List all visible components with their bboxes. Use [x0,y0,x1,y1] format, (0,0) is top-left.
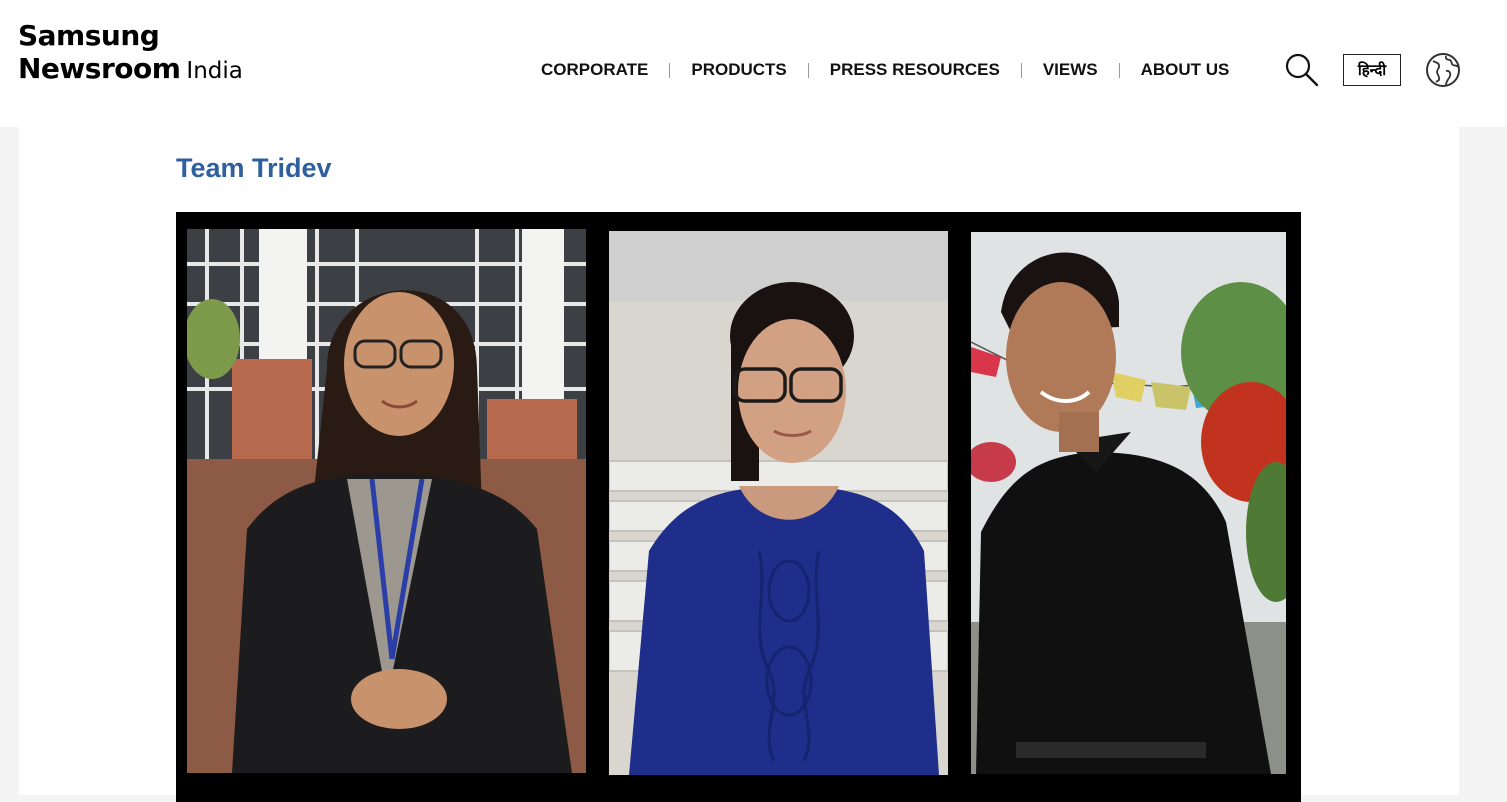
site-header: Samsung Newsroom India CORPORATE PRODUCTS… [0,0,1507,127]
article-content: Team Tridev [19,127,1459,802]
photo-member-2 [609,231,948,775]
nav-press-resources[interactable]: PRESS RESOURCES [809,60,1021,80]
logo-region: India [186,58,243,84]
team-photo-collage [176,212,1301,802]
photo-member-1 [187,229,586,773]
logo-brand: Samsung [18,19,160,52]
globe-icon[interactable] [1424,51,1462,89]
samsung-newsroom-logo[interactable]: Samsung Newsroom India [18,22,243,83]
nav-products[interactable]: PRODUCTS [670,60,807,80]
language-hindi-button[interactable]: हिन्दी [1343,54,1401,86]
logo-product: Newsroom [18,52,181,85]
logo-line-2: Newsroom India [18,55,243,83]
main-nav: CORPORATE PRODUCTS PRESS RESOURCES VIEWS… [520,58,1250,82]
photo-member-3 [971,232,1286,774]
nav-corporate[interactable]: CORPORATE [520,60,669,80]
section-title: Team Tridev [176,153,332,183]
search-icon[interactable] [1284,52,1320,88]
nav-about-us[interactable]: ABOUT US [1120,60,1251,80]
nav-views[interactable]: VIEWS [1022,60,1119,80]
